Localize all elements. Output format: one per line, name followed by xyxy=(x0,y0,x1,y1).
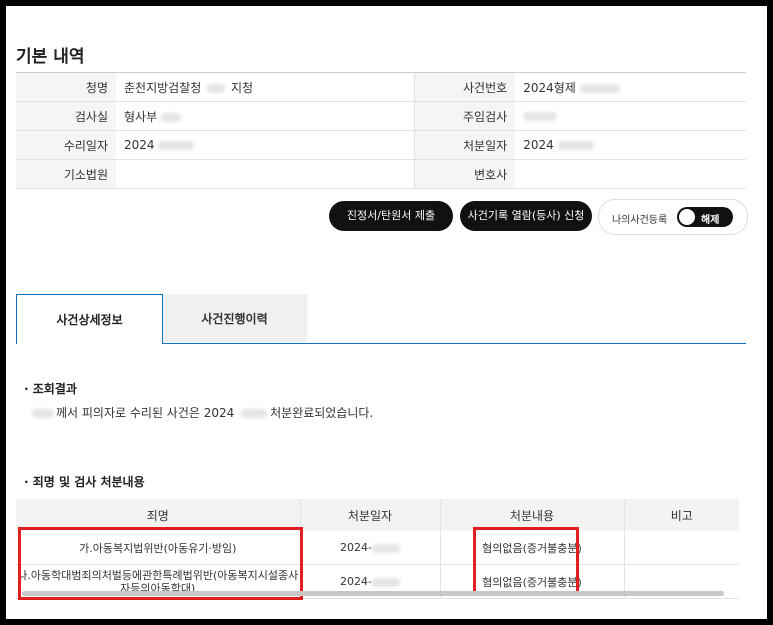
value-case-number: 2024형제 xyxy=(515,72,746,102)
value-disposition-date: 2024 xyxy=(515,130,746,160)
office-name: 춘천지방검찰청 xyxy=(124,80,202,95)
table-row: 기소법원 변호사 xyxy=(16,159,746,189)
my-case-register: 나의사건등록 해제 xyxy=(598,199,748,235)
redacted-text xyxy=(241,409,268,418)
inquiry-text-b: 처분완료되었습니다. xyxy=(270,406,374,420)
date-text: 2024- xyxy=(340,575,372,588)
section-title-basic: 기본 내역 xyxy=(16,47,85,67)
toggle-label: 해제 xyxy=(701,215,720,226)
inquiry-text-a: 께서 피의자로 수리된 사건은 2024 xyxy=(56,406,235,420)
label-case-number: 사건번호 xyxy=(414,72,516,102)
table-row: 수리일자 2024 처분일자 2024 xyxy=(16,130,746,160)
header-note: 비고 xyxy=(624,499,739,531)
basic-info-table: 청명 춘천지방검찰청 지청 사건번호 2024형제 검사실 형사부 주임검사 수… xyxy=(16,72,746,189)
petition-button[interactable]: 진정서/탄원서 제출 xyxy=(329,201,453,231)
redacted-text xyxy=(579,83,620,93)
office-suffix: 지청 xyxy=(230,80,254,95)
label-office: 청명 xyxy=(16,72,116,102)
date-text: 2024- xyxy=(340,541,372,554)
redacted-text xyxy=(158,141,195,150)
value-lawyer xyxy=(515,159,746,189)
my-case-label: 나의사건등록 xyxy=(612,215,668,226)
value-court xyxy=(116,159,416,189)
prosecutor-office: 형사부 xyxy=(124,109,158,124)
label-court: 기소법원 xyxy=(16,159,116,189)
label-prosecutor: 주임검사 xyxy=(414,101,516,131)
label-received-date: 수리일자 xyxy=(16,130,116,160)
record-view-button[interactable]: 사건기록 열람(등사) 신청 xyxy=(460,201,592,231)
label-disposition-date: 처분일자 xyxy=(414,130,516,160)
value-prosecutor-office: 형사부 xyxy=(116,101,416,131)
my-case-toggle[interactable]: 해제 xyxy=(677,207,733,227)
inquiry-heading: · 조회결과 xyxy=(24,382,77,396)
value-office: 춘천지방검찰청 지청 xyxy=(116,72,416,102)
case-number: 2024형제 xyxy=(523,80,576,95)
value-prosecutor xyxy=(515,101,746,131)
page-frame: 기본 내역 청명 춘천지방검찰청 지청 사건번호 2024형제 검사실 형사부 … xyxy=(6,6,767,619)
table-row: 청명 춘천지방검찰청 지청 사건번호 2024형제 xyxy=(16,72,746,102)
crime-date: 2024- xyxy=(300,531,441,565)
label-lawyer: 변호사 xyxy=(414,159,516,189)
tab-case-detail[interactable]: 사건상세정보 xyxy=(16,294,163,344)
redacted-text xyxy=(32,409,54,418)
redacted-text xyxy=(371,577,400,587)
received-date: 2024 xyxy=(124,138,155,152)
redacted-text xyxy=(160,112,181,122)
disposition-date: 2024 xyxy=(523,138,554,152)
table-row: 검사실 형사부 주임검사 xyxy=(16,101,746,131)
highlight-box-crime-name xyxy=(18,527,303,600)
value-received-date: 2024 xyxy=(116,130,416,160)
label-prosecutor-office: 검사실 xyxy=(16,101,116,131)
redacted-text xyxy=(523,112,558,121)
redacted-text xyxy=(557,141,594,150)
crime-note xyxy=(624,531,739,565)
tab-case-history[interactable]: 사건진행이력 xyxy=(162,294,307,342)
redacted-text xyxy=(371,543,400,553)
redacted-text xyxy=(207,83,226,93)
toggle-knob xyxy=(679,209,695,225)
highlight-box-result xyxy=(473,527,579,595)
horizontal-scrollbar[interactable] xyxy=(22,591,724,596)
crime-heading: · 죄명 및 검사 처분내용 xyxy=(24,475,145,489)
inquiry-result: 께서 피의자로 수리된 사건은 2024 처분완료되었습니다. xyxy=(32,404,373,421)
header-disposition-date: 처분일자 xyxy=(300,499,441,531)
